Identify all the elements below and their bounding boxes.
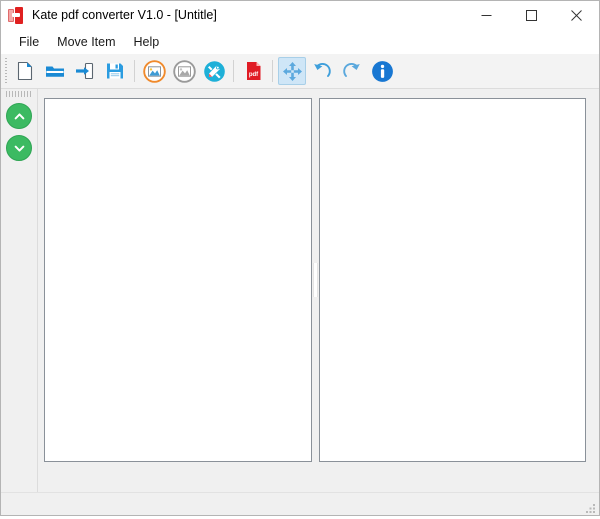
menu-bar: File Move Item Help	[1, 30, 599, 54]
toolbar-separator	[272, 60, 273, 82]
move-item-sidebar	[1, 89, 38, 492]
window-controls	[464, 1, 599, 30]
add-image-button[interactable]	[140, 57, 168, 85]
chevron-down-icon	[12, 141, 27, 156]
toolbar: pdf	[1, 54, 599, 89]
work-area	[1, 89, 599, 492]
page-pane-right[interactable]	[319, 98, 587, 462]
move-arrows-icon	[282, 61, 303, 82]
import-file-button[interactable]	[71, 57, 99, 85]
redo-button[interactable]	[338, 57, 366, 85]
page-panes	[38, 89, 599, 492]
save-file-button[interactable]	[101, 57, 129, 85]
toolbar-drag-handle[interactable]	[1, 54, 10, 88]
open-folder-icon	[44, 60, 66, 82]
pdf-file-icon: pdf	[243, 60, 264, 82]
close-button[interactable]	[554, 1, 599, 30]
window-resize-grip[interactable]	[584, 501, 596, 513]
move-up-button[interactable]	[6, 103, 32, 129]
menu-move-item[interactable]: Move Item	[48, 33, 124, 52]
image-gray-icon	[173, 60, 196, 83]
move-item-button[interactable]	[278, 57, 306, 85]
undo-arrow-icon	[311, 60, 333, 82]
info-circle-icon	[371, 60, 394, 83]
status-bar	[1, 492, 599, 515]
floppy-save-icon	[104, 60, 126, 82]
import-arrow-icon	[74, 60, 96, 82]
about-button[interactable]	[368, 57, 396, 85]
page-pane-left[interactable]	[44, 98, 312, 462]
title-bar-left: Kate pdf converter V1.0 - [Untitle]	[1, 7, 217, 24]
title-bar: Kate pdf converter V1.0 - [Untitle]	[1, 1, 599, 30]
toolbar-separator	[134, 60, 135, 82]
toolbar-separator	[233, 60, 234, 82]
menu-file[interactable]: File	[10, 33, 48, 52]
remove-image-button[interactable]	[170, 57, 198, 85]
redo-arrow-icon	[341, 60, 363, 82]
pane-splitter[interactable]	[312, 98, 319, 462]
maximize-button[interactable]	[509, 1, 554, 30]
move-down-button[interactable]	[6, 135, 32, 161]
minimize-button[interactable]	[464, 1, 509, 30]
application-window: Kate pdf converter V1.0 - [Untitle]	[0, 0, 600, 516]
new-document-button[interactable]	[11, 57, 39, 85]
tools-button[interactable]	[200, 57, 228, 85]
svg-text:pdf: pdf	[248, 72, 258, 78]
sidebar-drag-handle[interactable]	[6, 91, 32, 97]
kate-pdf-app-icon	[8, 7, 25, 24]
window-title: Kate pdf converter V1.0 - [Untitle]	[32, 9, 217, 22]
open-file-button[interactable]	[41, 57, 69, 85]
image-orange-icon	[143, 60, 166, 83]
tools-wrench-icon	[203, 60, 226, 83]
new-document-icon	[14, 60, 36, 82]
export-pdf-button[interactable]: pdf	[239, 57, 267, 85]
menu-help[interactable]: Help	[125, 33, 169, 52]
chevron-up-icon	[12, 109, 27, 124]
undo-button[interactable]	[308, 57, 336, 85]
